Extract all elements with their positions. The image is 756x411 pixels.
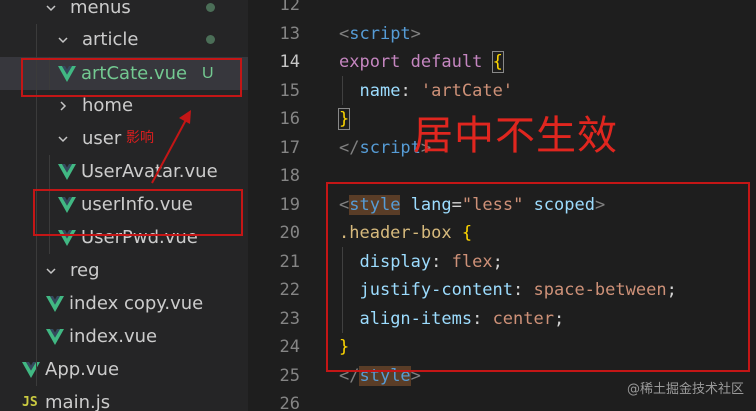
line-number: 19 xyxy=(279,194,300,215)
annotation-affect-note: 影响 xyxy=(126,130,154,146)
tree-item-label: App.vue xyxy=(45,359,120,380)
code-text: } xyxy=(337,108,351,131)
chevron-down-icon xyxy=(45,265,57,277)
code-line[interactable]: 13 <script> xyxy=(248,20,756,49)
tree-file[interactable]: App.vue xyxy=(0,353,248,386)
line-number: 16 xyxy=(279,109,300,130)
line-number: 24 xyxy=(279,337,300,358)
js-file-icon: JS xyxy=(22,395,38,410)
annotation-box-style xyxy=(326,182,750,372)
tree-item-label: index.vue xyxy=(69,326,158,347)
chevron-down-icon xyxy=(57,34,69,46)
tree-item-label: home xyxy=(82,95,134,116)
line-number: 26 xyxy=(279,394,300,411)
modified-dot xyxy=(206,3,215,12)
indent-guide xyxy=(36,287,37,353)
code-line[interactable]: 12 xyxy=(248,0,756,20)
chevron-right-icon xyxy=(57,100,69,112)
annotation-box-artcate xyxy=(21,58,242,97)
tree-file[interactable]: index copy.vue xyxy=(0,287,248,320)
tree-item-label: menus xyxy=(70,0,131,18)
tree-folder[interactable]: article xyxy=(0,23,248,56)
tree-item-label: reg xyxy=(70,260,100,281)
tree-item-label: user xyxy=(82,128,122,149)
tree-item-label: article xyxy=(82,29,139,50)
code-line[interactable]: 15 name: 'artCate' xyxy=(248,77,756,106)
line-number: 23 xyxy=(279,308,300,329)
vue-file-icon xyxy=(46,295,64,312)
vue-file-icon xyxy=(58,163,76,180)
editor-screenshot: menus article artCate.vue Uhome user UserAvat… xyxy=(0,0,756,411)
modified-dot xyxy=(206,35,215,44)
tree-file[interactable]: UserAvatar.vue xyxy=(0,155,248,188)
code-text: export default { xyxy=(339,51,504,74)
annotation-center-note: 居中不生效 xyxy=(413,113,618,159)
line-number: 14 xyxy=(279,52,300,73)
tree-folder[interactable]: menus xyxy=(0,0,248,24)
line-number: 25 xyxy=(279,365,300,386)
line-number: 20 xyxy=(279,223,300,244)
line-number: 17 xyxy=(279,137,300,158)
tree-folder[interactable]: reg xyxy=(0,254,248,287)
vue-file-icon xyxy=(22,361,40,378)
vue-file-icon xyxy=(46,328,64,345)
line-number: 22 xyxy=(279,280,300,301)
tree-item-label: index copy.vue xyxy=(69,293,204,314)
indent-guide xyxy=(342,76,343,105)
code-text: <script> xyxy=(339,23,421,44)
tree-item-label: main.js xyxy=(45,392,111,411)
tree-file[interactable]: JS main.js xyxy=(0,386,248,411)
line-number: 21 xyxy=(279,251,300,272)
watermark: @稀土掘金技术社区 xyxy=(626,382,744,397)
code-line[interactable]: 14 export default { xyxy=(248,48,756,77)
line-number: 15 xyxy=(279,80,300,101)
line-number: 13 xyxy=(279,23,300,44)
code-text: name: 'artCate' xyxy=(359,80,514,101)
tree-item-label: UserAvatar.vue xyxy=(81,161,218,182)
line-number: 18 xyxy=(279,166,300,187)
line-number: 12 xyxy=(279,0,300,16)
chevron-down-icon xyxy=(45,2,57,14)
annotation-box-userinfo xyxy=(33,189,243,236)
tree-file[interactable]: index.vue xyxy=(0,320,248,353)
chevron-down-icon xyxy=(57,133,69,145)
tree-folder[interactable]: user xyxy=(0,122,248,155)
